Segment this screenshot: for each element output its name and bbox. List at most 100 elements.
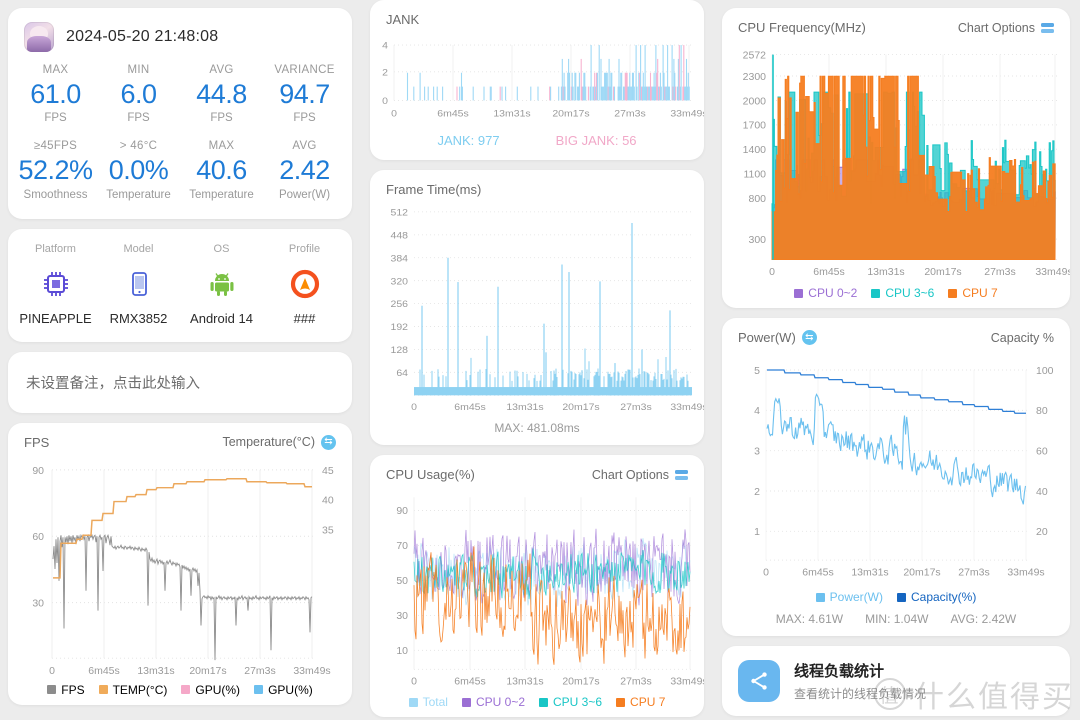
svg-text:27m3s: 27m3s: [620, 402, 651, 413]
legend-cpu-0-2[interactable]: CPU 0~2: [461, 695, 525, 709]
cpu-usage-title: CPU Usage(%): [386, 467, 475, 482]
fps-chart-header: FPS Temperature(°C) ⇆: [8, 423, 352, 452]
column-right: CPU Frequency(MHz) Chart Options 2572 23…: [714, 0, 1080, 720]
cpu-frequency-plot: 2572 2300 2000 1700 1400 1100 800 300 0 …: [722, 37, 1070, 283]
stat-label: ≥45FPS: [33, 140, 78, 153]
device-platform: Platform PINEAPPLE: [14, 243, 97, 326]
cpu-usage-chart-options[interactable]: Chart Options: [592, 468, 688, 482]
svg-text:2300: 2300: [743, 72, 767, 83]
svg-text:27m3s: 27m3s: [984, 267, 1015, 278]
svg-text:33m49s: 33m49s: [670, 677, 704, 688]
svg-text:0: 0: [382, 96, 388, 106]
legend-cpu-7[interactable]: CPU 7: [616, 695, 665, 709]
legend-cpu-0-2[interactable]: CPU 0~2: [794, 286, 857, 300]
swap-axis-icon[interactable]: ⇆: [321, 434, 336, 450]
thread-load-card[interactable]: 线程负载统计 查看统计的线程负载情况: [722, 646, 1070, 716]
power-title-group: Power(W) ⇆: [738, 330, 817, 345]
thread-load-title: 线程负载统计: [794, 663, 885, 680]
legend-total[interactable]: Total: [408, 695, 448, 709]
svg-text:35: 35: [322, 525, 334, 536]
stat-label: > 46°C: [119, 140, 158, 153]
svg-text:0: 0: [769, 267, 775, 278]
svg-text:70: 70: [396, 541, 408, 552]
temperature-axis-toggle[interactable]: Temperature(°C) ⇆: [222, 434, 336, 450]
jank-chart-title: JANK: [386, 12, 420, 27]
note-card[interactable]: 未设置备注，点击此处输入: [8, 351, 352, 413]
device-info-card: Platform PINEAPPLE Model RMX3852 OS Andr…: [8, 228, 352, 342]
svg-text:1: 1: [754, 527, 760, 538]
fps-temperature-chart-card: FPS Temperature(°C) ⇆ 90 60 30 45 40 35 …: [8, 422, 352, 705]
svg-text:40: 40: [322, 495, 334, 506]
note-placeholder[interactable]: 未设置备注，点击此处输入: [8, 352, 352, 413]
svg-text:0: 0: [391, 109, 397, 119]
frame-time-title: Frame Time(ms): [386, 182, 482, 197]
stat-unit: Temperature: [106, 188, 171, 201]
chart-options-icon[interactable]: [1041, 22, 1054, 33]
legend-fps[interactable]: FPS: [47, 683, 85, 697]
legend-temp[interactable]: TEMP(°C): [98, 683, 167, 697]
svg-text:6m45s: 6m45s: [88, 666, 119, 677]
frame-time-chart-card: Frame Time(ms) 512 448 384 320 256 192 1…: [370, 170, 704, 445]
svg-text:13m31s: 13m31s: [493, 109, 530, 119]
cpu-usage-plot: 90 70 50 30 10 0 6m45s 13m31s 20m17s 27m…: [370, 484, 704, 692]
stat-value: 61.0: [30, 79, 81, 109]
svg-text:192: 192: [390, 323, 408, 334]
big-jank-count: BIG JANK: 56: [555, 133, 637, 148]
svg-text:128: 128: [390, 345, 408, 356]
legend-cpu-3-6[interactable]: CPU 3~6: [539, 695, 602, 709]
svg-text:13m31s: 13m31s: [506, 402, 543, 413]
svg-text:1100: 1100: [743, 170, 766, 181]
column-middle: JANK 4 2 0 0 6m45s 13m31s 20m17s 27m3s 3…: [362, 0, 714, 720]
jank-plot: 4 2 0 0 6m45s 13m31s 20m17s 27m3s 33m49s: [370, 29, 704, 129]
chart-options-icon[interactable]: [675, 469, 688, 480]
svg-text:13m31s: 13m31s: [851, 568, 888, 579]
svg-text:27m3s: 27m3s: [958, 568, 989, 579]
share-nodes-icon: [738, 660, 780, 702]
swap-axis-icon[interactable]: ⇆: [801, 330, 817, 345]
svg-text:4: 4: [754, 406, 760, 417]
game-app-icon: [24, 22, 54, 52]
svg-text:60: 60: [32, 532, 44, 543]
stat-value: 2.42: [279, 155, 330, 186]
power-avg: AVG: 2.42W: [950, 612, 1017, 626]
legend-capacity[interactable]: Capacity(%): [896, 590, 976, 604]
svg-text:13m31s: 13m31s: [867, 267, 904, 278]
power-plot: 5 4 3 2 1 100 80 60 40 20 0 6m45s 13m31s…: [722, 347, 1070, 587]
svg-text:1400: 1400: [743, 145, 767, 156]
legend-gpu-pink[interactable]: GPU(%): [181, 683, 240, 697]
svg-text:20m17s: 20m17s: [189, 666, 226, 677]
legend-gpu-blue[interactable]: GPU(%): [254, 683, 313, 697]
svg-text:33m49s: 33m49s: [670, 402, 704, 413]
svg-text:4: 4: [382, 41, 388, 51]
dashboard-page: 2024-05-20 21:48:08 MAX 61.0 FPS MIN 6.0…: [0, 0, 1080, 720]
device-value: ###: [293, 310, 316, 326]
legend-cpu-3-6[interactable]: CPU 3~6: [871, 286, 934, 300]
stat-avg-power: AVG 2.42 Power(W): [263, 140, 346, 200]
frame-time-footer: MAX: 481.08ms: [494, 421, 580, 435]
stat-value: 6.0: [120, 79, 157, 109]
svg-text:20m17s: 20m17s: [552, 109, 589, 119]
jank-chart-header: JANK: [370, 0, 704, 29]
cpu-usage-chart-card: CPU Usage(%) Chart Options 90 70 50 30 1…: [370, 455, 704, 717]
temperature-axis-label: Temperature(°C): [222, 435, 315, 450]
svg-text:448: 448: [390, 231, 408, 242]
legend-cpu-7[interactable]: CPU 7: [948, 286, 998, 300]
svg-text:90: 90: [396, 506, 408, 517]
svg-text:512: 512: [390, 208, 408, 219]
svg-text:1700: 1700: [743, 121, 767, 132]
stat-smoothness: ≥45FPS 52.2% Smoothness: [14, 140, 97, 200]
power-footer: MAX: 4.61W MIN: 1.04W AVG: 2.42W: [722, 612, 1070, 636]
chart-options-label: Chart Options: [957, 20, 1035, 35]
legend-power[interactable]: Power(W): [815, 590, 883, 604]
svg-text:33m49s: 33m49s: [1007, 568, 1044, 579]
svg-text:33m49s: 33m49s: [293, 666, 330, 677]
cpu-frequency-header: CPU Frequency(MHz) Chart Options: [722, 8, 1070, 37]
svg-text:384: 384: [390, 254, 408, 265]
jank-summary: JANK: 977 BIG JANK: 56: [370, 129, 704, 160]
thread-load-row[interactable]: 线程负载统计 查看统计的线程负载情况: [722, 646, 1070, 716]
svg-text:20m17s: 20m17s: [562, 677, 599, 688]
stat-min-fps: MIN 6.0 FPS: [97, 64, 180, 124]
stat-value: 40.6: [196, 155, 247, 186]
cpu-frequency-title: CPU Frequency(MHz): [738, 20, 866, 35]
cpu-frequency-chart-options[interactable]: Chart Options: [958, 21, 1054, 35]
